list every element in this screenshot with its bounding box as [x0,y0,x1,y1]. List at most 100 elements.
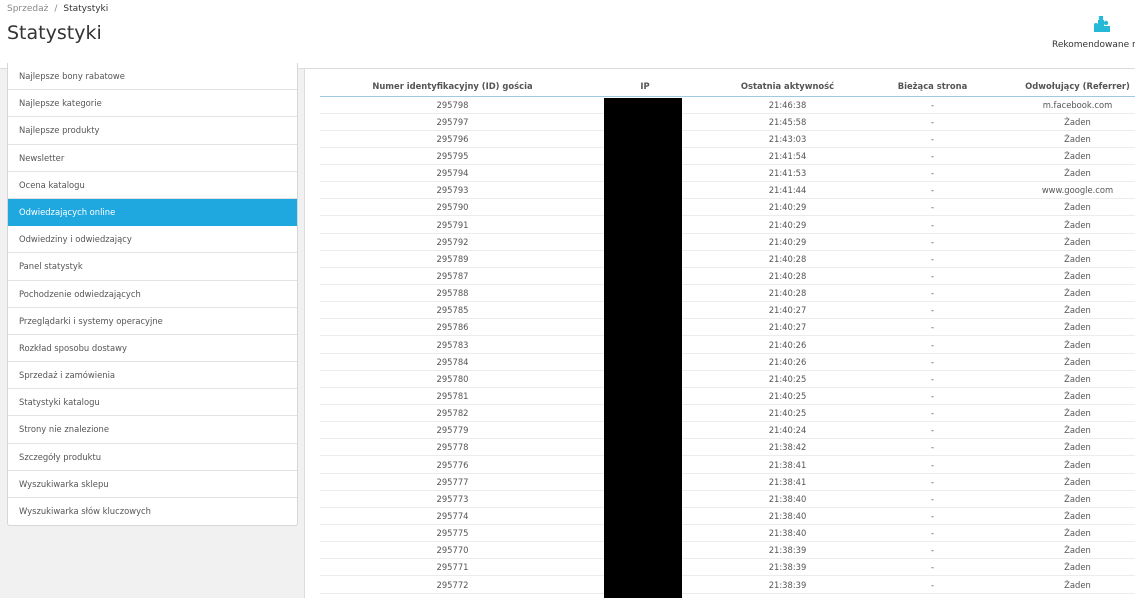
cell-referrer: Żaden [995,113,1135,131]
cell-current-page: - [870,198,995,217]
menu-item-shop-search[interactable]: Wyszukiwarka sklepu [8,471,297,498]
cell-visitor-id: 295786 [320,318,585,337]
cell-visitor-id: 295771 [320,558,585,577]
cell-last-activity: 21:38:39 [705,575,870,594]
menu-item-browsers-os[interactable]: Przeglądarki i systemy operacyjne [8,308,297,335]
cell-current-page: - [870,438,995,457]
cell-current-page: - [870,301,995,320]
cell-current-page: - [870,541,995,560]
cell-current-page: - [870,335,995,354]
table-row: 295788 21:40:28- Żaden [320,284,1135,303]
table-row: 295782 21:40:25- Żaden [320,404,1135,423]
menu-item-best-vouchers[interactable]: Najlepsze bony rabatowe [8,63,297,91]
cell-current-page: - [870,490,995,508]
cell-current-page: - [870,575,995,594]
cell-visitor-id: 295774 [320,507,585,526]
menu-item-stats-dashboard[interactable]: Panel statystyk [8,253,297,281]
cell-last-activity: 21:40:28 [705,250,870,268]
cell-last-activity: 21:40:26 [705,335,870,354]
menu-item-visits-and-visitors[interactable]: Odwiedziny i odwiedzający [8,226,297,254]
cell-referrer: Żaden [995,473,1135,491]
menu-item-keyword-search[interactable]: Wyszukiwarka słów kluczowych [8,498,297,525]
cell-referrer: Żaden [995,558,1135,577]
table-row: 295778 21:38:42- Żaden [320,438,1135,457]
cell-visitor-id: 295788 [320,284,585,303]
cell-current-page: - [870,215,995,234]
table-row: 295776 21:38:41- Żaden [320,455,1135,474]
cell-visitor-id: 295789 [320,250,585,268]
table-row: 295770 21:38:39- Żaden [320,541,1135,560]
table-row: 295771 21:38:39- Żaden [320,558,1135,577]
cell-last-activity: 21:41:54 [705,147,870,166]
breadcrumb-parent-link[interactable]: Sprzedaż [7,4,48,14]
table-row: 295790 21:40:29- Żaden [320,198,1135,217]
cell-referrer: Żaden [995,438,1135,457]
cell-visitor-id: 295775 [320,524,585,543]
cell-referrer: Żaden [995,198,1135,217]
cell-visitor-id: 295796 [320,130,585,148]
cell-current-page: - [870,181,995,200]
cell-referrer: Żaden [995,455,1135,474]
puzzle-icon [1094,16,1110,32]
menu-item-best-products[interactable]: Najlepsze produkty [8,117,297,145]
header-last-activity: Ostatnia aktywność [705,76,870,97]
cell-last-activity: 21:40:29 [705,215,870,234]
cell-visitor-id: 295792 [320,233,585,251]
menu-item-sales-orders[interactable]: Sprzedaż i zamówienia [8,362,297,390]
cell-visitor-id: 295785 [320,301,585,320]
menu-item-visitors-online[interactable]: Odwiedzających online [8,198,297,227]
cell-current-page: - [870,370,995,388]
table-row: 295785 21:40:27- Żaden [320,301,1135,320]
cell-last-activity: 21:41:53 [705,164,870,183]
table-row: 295772 21:38:39- Żaden [320,575,1135,594]
cell-last-activity: 21:41:44 [705,181,870,200]
table-row: 295773 21:38:40- Żaden [320,490,1135,508]
cell-visitor-id: 295780 [320,370,585,388]
cell-last-activity: 21:45:58 [705,113,870,131]
breadcrumb-separator: / [54,4,58,14]
cell-last-activity: 21:40:28 [705,284,870,303]
cell-last-activity: 21:38:40 [705,490,870,508]
menu-item-carrier-distribution[interactable]: Rozkład sposobu dostawy [8,335,297,363]
table-row: 295798 21:46:38- m.facebook.com [320,96,1135,114]
cell-last-activity: 21:38:42 [705,438,870,457]
cell-referrer: Żaden [995,575,1135,594]
table-row: 295777 21:38:41- Żaden [320,473,1135,491]
menu-item-pages-not-found[interactable]: Strony nie znalezione [8,416,297,444]
cell-last-activity: 21:40:29 [705,198,870,217]
cell-referrer: www.google.com [995,181,1135,200]
table-row: 295797 21:45:58- Żaden [320,113,1135,131]
header-current-page: Bieżąca strona [870,76,995,97]
menu-item-newsletter[interactable]: Newsletter [8,145,297,172]
cell-last-activity: 21:38:40 [705,524,870,543]
table-row: 295780 21:40:25- Żaden [320,370,1135,388]
cell-current-page: - [870,147,995,166]
cell-referrer: Żaden [995,387,1135,406]
menu-item-best-categories[interactable]: Najlepsze kategorie [8,90,297,118]
cell-last-activity: 21:40:26 [705,353,870,371]
cell-current-page: - [870,524,995,543]
cell-visitor-id: 295794 [320,164,585,183]
menu-item-visitor-origin[interactable]: Pochodzenie odwiedzających [8,281,297,308]
cell-visitor-id: 295770 [320,541,585,560]
cell-last-activity: 21:38:40 [705,507,870,526]
cell-referrer: Żaden [995,490,1135,508]
cell-current-page: - [870,113,995,131]
menu-item-catalog-evaluation[interactable]: Ocena katalogu [8,172,297,199]
cell-visitor-id: 295781 [320,387,585,406]
recommended-modules-button[interactable]: Rekomendowane mo [1052,12,1135,56]
menu-item-product-details[interactable]: Szczegóły produktu [8,444,297,471]
table-row: 295796 21:43:03- Żaden [320,130,1135,148]
cell-last-activity: 21:40:25 [705,404,870,423]
cell-visitor-id: 295787 [320,267,585,286]
cell-current-page: - [870,284,995,303]
menu-item-catalog-stats[interactable]: Statystyki katalogu [8,389,297,417]
cell-referrer: Żaden [995,421,1135,440]
stats-module-menu: Najlepsze bony rabatowe Najlepsze katego… [7,63,298,527]
cell-referrer: Żaden [995,250,1135,268]
cell-visitor-id: 295797 [320,113,585,131]
cell-referrer: Żaden [995,301,1135,320]
cell-referrer: Żaden [995,233,1135,251]
cell-last-activity: 21:40:27 [705,301,870,320]
cell-referrer: Żaden [995,318,1135,337]
